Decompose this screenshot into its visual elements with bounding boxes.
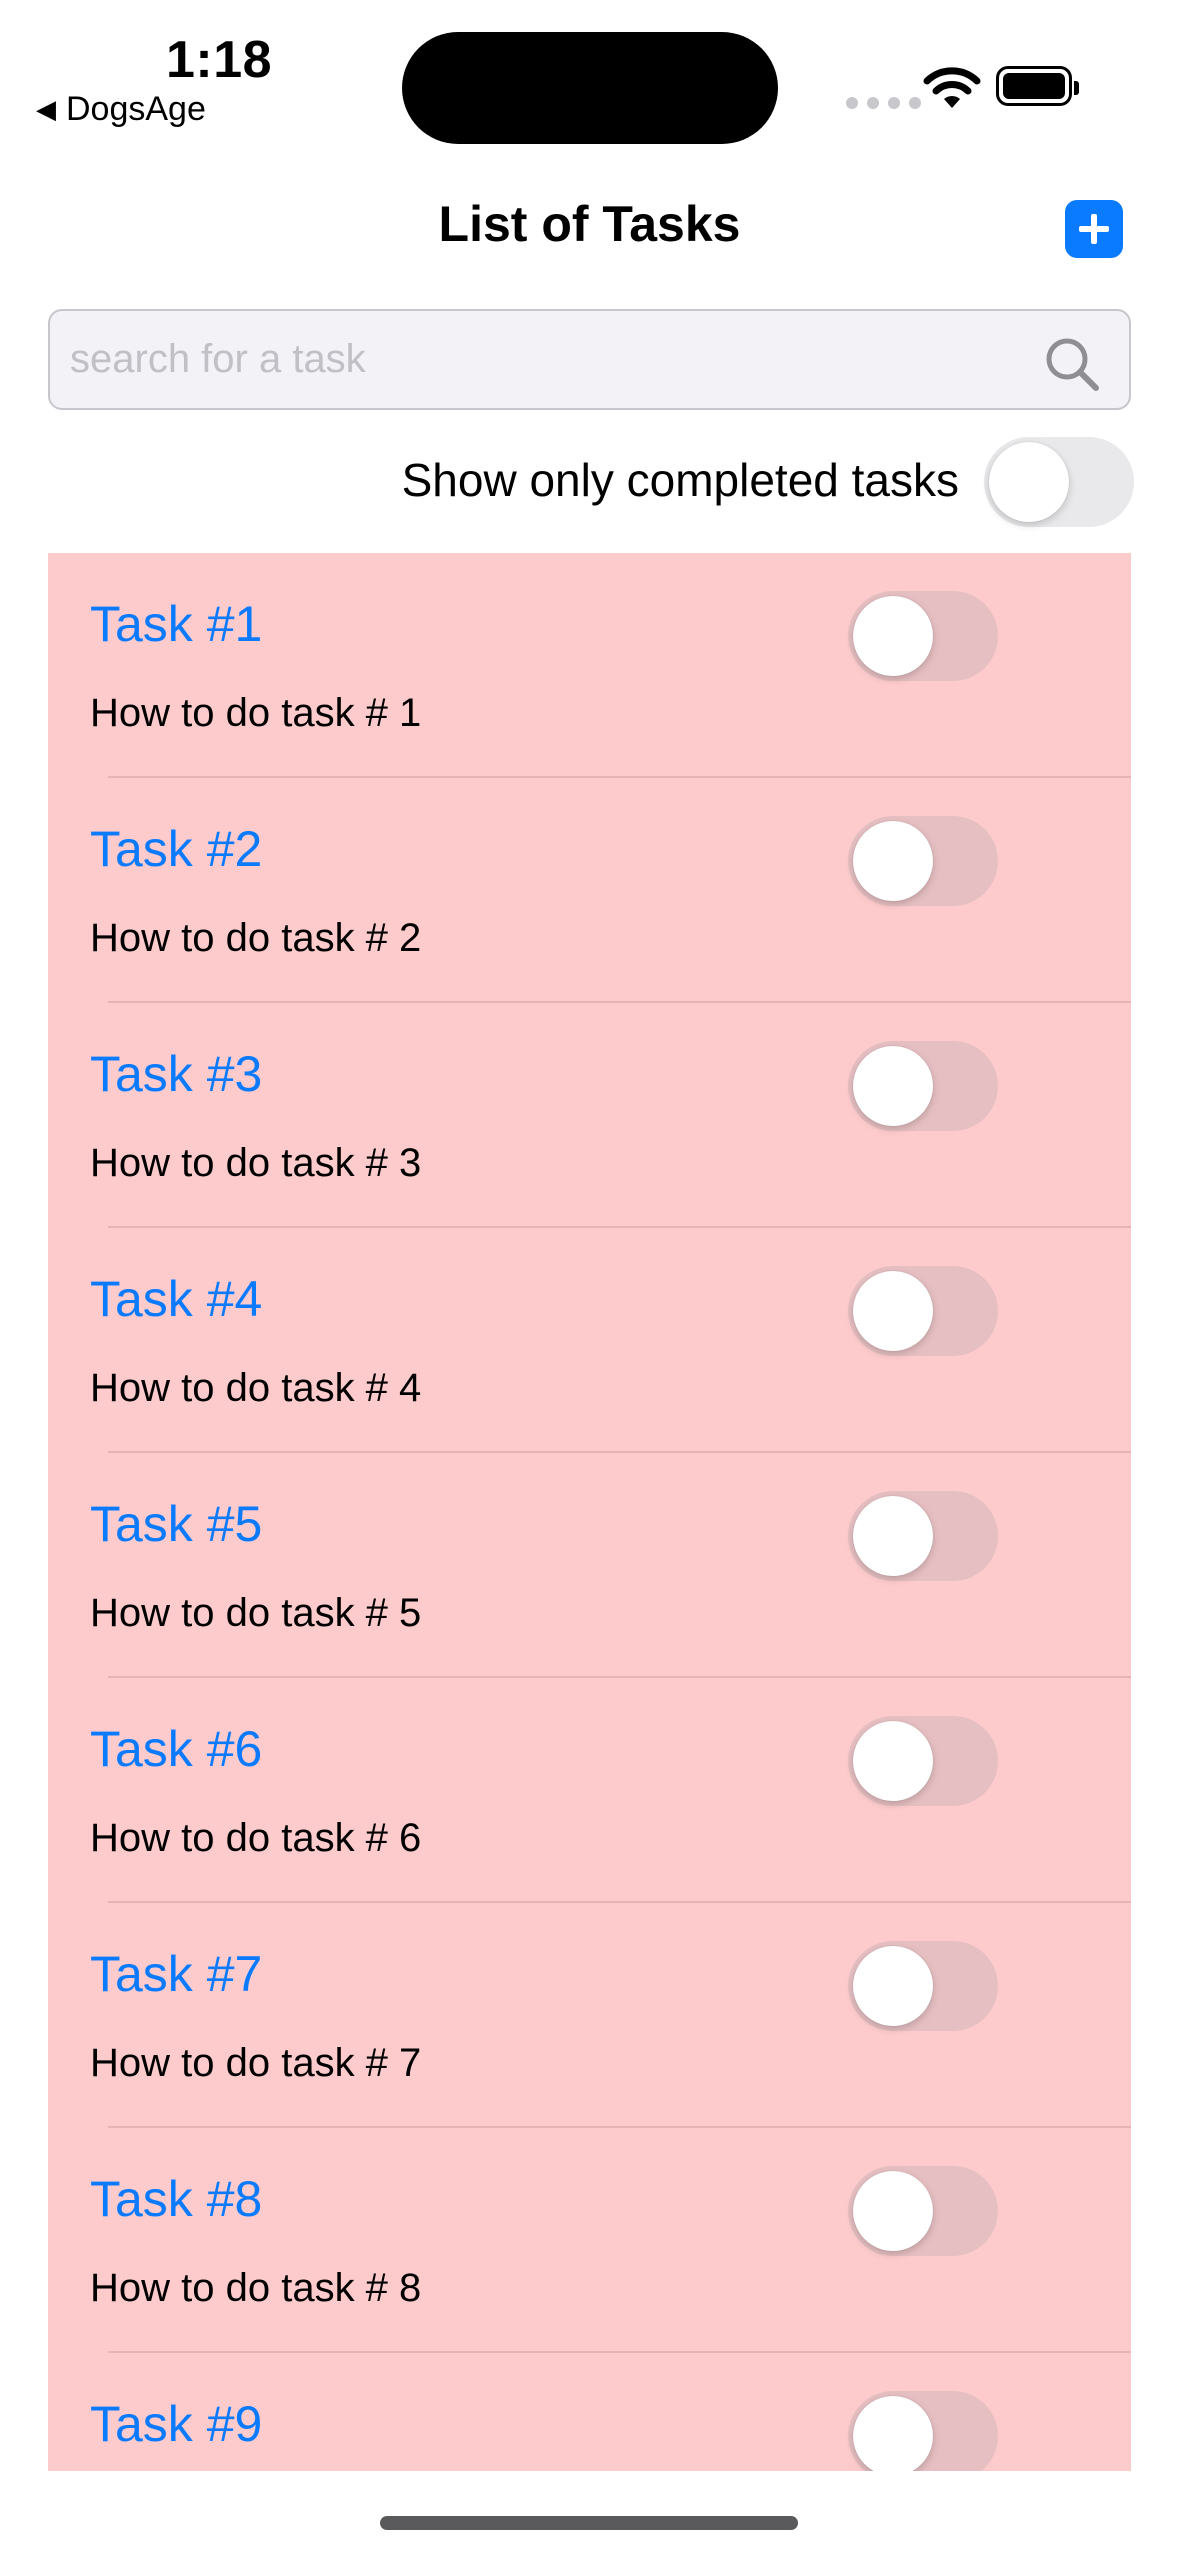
task-row[interactable]: Task #4 How to do task # 4 — [48, 1228, 1131, 1453]
task-title: Task #7 — [90, 1946, 263, 2002]
search-icon[interactable] — [1043, 335, 1101, 393]
task-row[interactable]: Task #8 How to do task # 8 — [48, 2128, 1131, 2353]
task-title: Task #9 — [90, 2396, 263, 2452]
task-title: Task #8 — [90, 2171, 263, 2227]
task-description: How to do task # 4 — [90, 1366, 422, 1410]
task-title: Task #6 — [90, 1721, 263, 1777]
status-time: 1:18 — [166, 31, 273, 89]
filter-label: Show only completed tasks — [401, 454, 959, 506]
task-row[interactable]: Task #6 How to do task # 6 — [48, 1678, 1131, 1903]
task-complete-toggle[interactable] — [848, 1941, 998, 2031]
task-description: How to do task # 3 — [90, 1141, 422, 1185]
page-title: List of Tasks — [438, 196, 741, 252]
task-description: How to do task # 8 — [90, 2266, 422, 2310]
task-row[interactable]: Task #1 How to do task # 1 — [48, 553, 1131, 778]
task-row[interactable]: Task #3 How to do task # 3 — [48, 1003, 1131, 1228]
search-bar — [48, 309, 1131, 410]
task-description: How to do task # 2 — [90, 916, 422, 960]
task-row[interactable]: Task #5 How to do task # 5 — [48, 1453, 1131, 1678]
task-complete-toggle[interactable] — [848, 1041, 998, 1131]
battery-icon — [996, 66, 1079, 106]
back-app-label: DogsAge — [66, 90, 206, 128]
task-complete-toggle[interactable] — [848, 2166, 998, 2256]
task-title: Task #2 — [90, 821, 263, 877]
task-description: How to do task # 1 — [90, 691, 422, 735]
task-row[interactable]: Task #2 How to do task # 2 — [48, 778, 1131, 1003]
task-title: Task #3 — [90, 1046, 263, 1102]
task-complete-toggle[interactable] — [848, 1491, 998, 1581]
wifi-icon — [923, 67, 981, 108]
cellular-signal-icon — [846, 97, 921, 109]
task-row[interactable]: Task #9 — [48, 2353, 1131, 2471]
dynamic-island — [402, 32, 778, 144]
task-description: How to do task # 7 — [90, 2041, 422, 2085]
task-complete-toggle[interactable] — [848, 2391, 998, 2471]
task-title: Task #1 — [90, 596, 263, 652]
task-list: Task #1 How to do task # 1 Task #2 How t… — [48, 553, 1131, 2471]
search-input[interactable] — [70, 311, 1010, 408]
task-complete-toggle[interactable] — [848, 591, 998, 681]
task-title: Task #5 — [90, 1496, 263, 1552]
task-complete-toggle[interactable] — [848, 1266, 998, 1356]
task-description: How to do task # 6 — [90, 1816, 422, 1860]
add-task-button[interactable] — [1065, 200, 1123, 258]
home-indicator[interactable] — [380, 2516, 798, 2530]
task-complete-toggle[interactable] — [848, 816, 998, 906]
completed-filter-toggle[interactable] — [984, 437, 1134, 527]
task-row[interactable]: Task #7 How to do task # 7 — [48, 1903, 1131, 2128]
task-complete-toggle[interactable] — [848, 1716, 998, 1806]
back-triangle-icon: ◀ — [36, 94, 56, 124]
back-to-app-link[interactable]: ◀ DogsAge — [36, 90, 206, 129]
task-title: Task #4 — [90, 1271, 263, 1327]
task-description: How to do task # 5 — [90, 1591, 422, 1635]
